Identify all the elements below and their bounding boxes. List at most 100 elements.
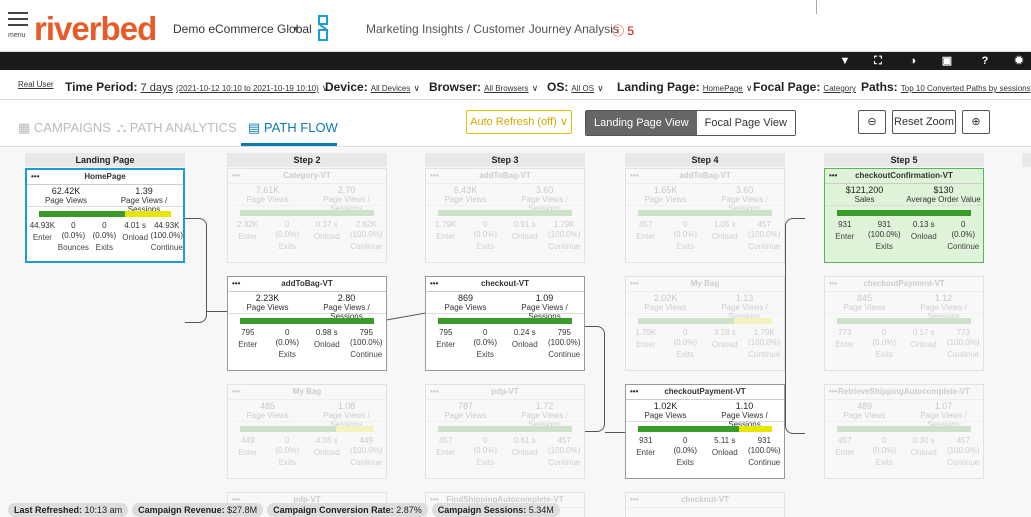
focal-page-view-button[interactable]: Focal Page View	[696, 111, 795, 135]
more-icon[interactable]: •••	[430, 169, 438, 183]
metric-label: Page Views	[246, 303, 289, 312]
page-node-card[interactable]: ••• addToBag-VT 2.23K Page Views 2.80 Page Vi…	[227, 276, 387, 371]
stat-value: (0.0%)	[473, 338, 498, 347]
more-icon[interactable]: •••	[829, 385, 837, 399]
tab-campaigns[interactable]: ▦ CAMPAIGNS	[18, 120, 111, 136]
device-filter[interactable]: Device: All Devices ∨	[325, 80, 420, 94]
progress-fill	[240, 318, 374, 324]
stat-label: Enter	[835, 448, 855, 457]
info-icon[interactable]: ▣	[940, 54, 954, 68]
focal-page-filter[interactable]: Focal Page: Category	[753, 80, 856, 94]
tab-path-flow[interactable]: ▤ PATH FLOW	[248, 120, 338, 136]
node-metrics: 489 Page Views 1.07 Page Views / Sessions	[825, 400, 983, 429]
real-user-filter[interactable]: Real User	[18, 80, 54, 89]
page-node-card[interactable]: ••• checkoutPayment-VT 1.02K Page Views 1.10…	[625, 384, 785, 479]
node-stats: 1.79K Enter 0 (0.0%) Exits 3.28 s Onload 1.79K(…	[626, 326, 784, 360]
page-node-card[interactable]: ••• checkoutPayment-VT 845 Page Views 1.12 Pa…	[824, 276, 984, 371]
caret-down-icon[interactable]: ▼	[292, 24, 301, 34]
divider	[0, 99, 1031, 100]
page-node-card[interactable]: ••• Category-VT 7.61K Page Views 2.70 Page Vi…	[227, 168, 387, 263]
os-filter[interactable]: OS: All OS ∨	[547, 80, 604, 94]
more-icon[interactable]: •••	[430, 277, 438, 291]
help-icon[interactable]: ?	[978, 54, 992, 68]
tab-path-analytics[interactable]: ⛬ PATH ANALYTICS	[117, 120, 237, 136]
stat: 0 (0.0%) Exits	[466, 434, 506, 468]
contrast-icon[interactable]: ◑	[906, 54, 920, 68]
filter-icon[interactable]: ▼	[838, 54, 852, 68]
zoom-in-button[interactable]: ⊕	[962, 110, 990, 134]
stat-label: Enter	[636, 448, 656, 457]
menu-button[interactable]: menu	[8, 12, 30, 42]
page-node-card[interactable]: ••• addToBag-VT 1.65K Page Views 3.60 Page Vi…	[625, 168, 785, 263]
progress-bar	[438, 318, 572, 324]
stat-label: Exits	[476, 458, 494, 467]
more-icon[interactable]: •••	[630, 385, 638, 399]
fullscreen-icon[interactable]: ⛶	[871, 54, 885, 68]
page-node-card[interactable]: ••• HomePage 62.42K Page Views 1.39 Page View…	[25, 168, 185, 263]
landing-page-filter[interactable]: Landing Page: HomePage ∨	[617, 80, 752, 94]
more-icon[interactable]: •••	[31, 170, 39, 184]
stat-value: 457	[557, 436, 571, 445]
reset-zoom-button[interactable]: Reset Zoom	[892, 110, 956, 134]
node-metrics: 869 Page Views 1.09 Page Views / Sessions	[426, 292, 584, 321]
node-stats: 795 Enter 0 (0.0%) Exits 0.24 s Onload 795 (100.…	[426, 326, 584, 360]
more-icon[interactable]: •••	[232, 385, 240, 399]
zoom-out-button[interactable]: ⊖	[858, 110, 886, 134]
more-icon[interactable]: •••	[232, 169, 240, 183]
stat: 457 Enter	[626, 218, 666, 252]
more-icon[interactable]: •••	[232, 277, 240, 291]
page-node-card[interactable]: ••• addToBag-VT 6.43K Page Views 3.60 Page Vi…	[425, 168, 585, 263]
more-icon[interactable]: •••	[630, 169, 638, 183]
stat-label: Onload	[313, 448, 340, 457]
progress-fill-warning	[124, 211, 171, 217]
menu-label: menu	[8, 32, 26, 39]
stat-value: 0.24 s	[513, 328, 536, 337]
stat-label: Continue	[947, 350, 980, 359]
stat-label: Enter	[32, 233, 52, 242]
page-node-card[interactable]: ••• checkout-VT 869 Page Views 1.09 Page View…	[425, 276, 585, 371]
node-title: ••• HomePage	[27, 170, 183, 185]
page-node-card[interactable]: ••• checkoutConfirmation-VT $121,200 Sales $…	[824, 168, 984, 263]
metric-label: Page Views	[246, 411, 289, 420]
settings-icon[interactable]: ✹	[1012, 54, 1026, 68]
stat-value: (100.0%)	[350, 446, 383, 455]
browser-filter[interactable]: Browser: All Browsers ∨	[429, 80, 538, 94]
more-icon[interactable]: •••	[630, 493, 638, 507]
stat-label: Enter	[238, 340, 258, 349]
account-selector[interactable]: Demo eCommerce Global	[173, 22, 312, 36]
stat-value: (100.0%)	[548, 230, 581, 239]
alert-indicator[interactable]: ⓘ 5	[612, 22, 634, 39]
chevron-down-icon: ∨	[559, 116, 568, 128]
progress-fill	[39, 211, 125, 217]
flow-connector	[605, 432, 625, 433]
stat-label: Exits	[875, 458, 893, 467]
more-icon[interactable]: •••	[829, 169, 837, 183]
page-node-card[interactable]: ••• My Bag 2.02K Page Views 1.13 Page Views /…	[625, 276, 785, 371]
more-icon[interactable]: •••	[829, 277, 837, 291]
more-icon[interactable]: •••	[430, 385, 438, 399]
page-node-card[interactable]: ••• checkout-VT	[625, 492, 785, 517]
stat-value: 0	[683, 436, 688, 445]
node-title: ••• Category-VT	[228, 169, 386, 184]
auto-refresh-button[interactable]: Auto Refresh (off) ∨	[466, 110, 572, 134]
page-node-card[interactable]: ••• pdp-VT 787 Page Views 1.72 Page Views / S…	[425, 384, 585, 479]
more-icon[interactable]: •••	[630, 277, 638, 291]
metric: 1.08 Page Views / Sessions	[307, 400, 386, 430]
node-title-text: Category-VT	[283, 171, 331, 180]
time-period-filter[interactable]: Time Period: 7 days (2021-10-12 10:10 to…	[65, 80, 328, 94]
stat-value: 0.13 s	[912, 220, 935, 229]
stat-label: Onload	[313, 340, 340, 349]
stat-label: Onload	[910, 448, 937, 457]
paths-filter[interactable]: Paths: Top 10 Converted Paths by session…	[861, 80, 1031, 94]
node-title-text: HomePage	[84, 172, 126, 181]
page-node-card[interactable]: ••• My Bag 485 Page Views 1.08 Page Views / S…	[227, 384, 387, 479]
page-node-card[interactable]: ••• RetrieveShippingAutocomplete-VT 489 Pag…	[824, 384, 984, 479]
chevron-down-icon: ∨	[531, 83, 539, 93]
path-flow-canvas[interactable]: Landing Page Step 2 Step 3 Step 4 Step 5…	[0, 148, 1031, 517]
landing-page-view-button[interactable]: Landing Page View	[586, 111, 697, 135]
stat-label: Exits	[676, 350, 694, 359]
zoom-out-icon: ⊖	[867, 116, 877, 128]
metric-value: 1.10	[735, 401, 754, 411]
progress-bar	[837, 426, 971, 432]
filter-label: Browser:	[429, 80, 482, 94]
